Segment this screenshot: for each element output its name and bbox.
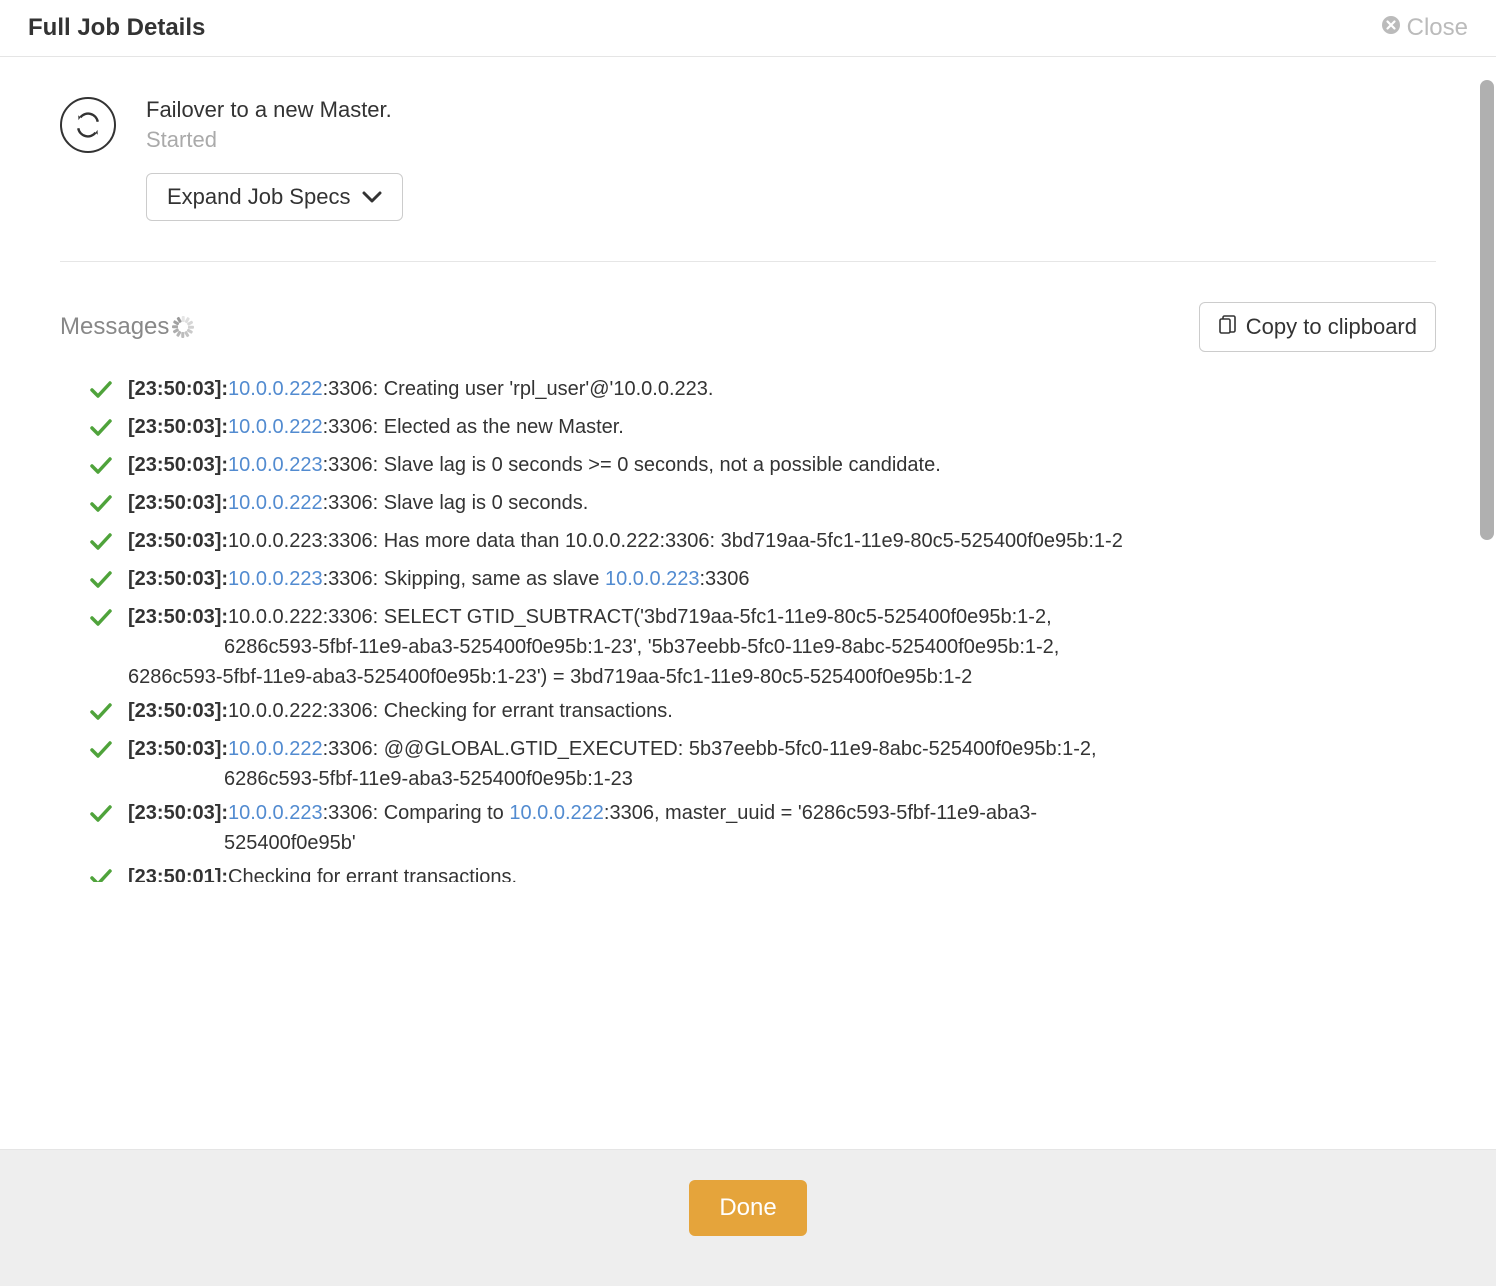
log-ip: 10.0.0.222 xyxy=(228,416,323,438)
close-button[interactable]: Close xyxy=(1381,14,1468,42)
log-ip: 10.0.0.223 xyxy=(228,802,323,824)
modal-header: Full Job Details Close xyxy=(0,0,1496,57)
sync-icon xyxy=(60,97,116,153)
check-icon xyxy=(90,568,112,598)
check-icon xyxy=(90,802,112,832)
check-icon xyxy=(90,866,112,882)
copy-to-clipboard-label: Copy to clipboard xyxy=(1246,314,1417,340)
log-text: [23:50:03]:10.0.0.222:3306: SELECT GTID_… xyxy=(128,602,1436,692)
check-icon xyxy=(90,454,112,484)
log-ip: 10.0.0.223 xyxy=(228,568,323,590)
log-continuation: 6286c593-5fbf-11e9-aba3-525400f0e95b:1-2… xyxy=(128,632,1436,662)
log-text: [23:50:01]:Checking for errant transacti… xyxy=(128,862,1436,882)
log-ip: 10.0.0.222 xyxy=(228,492,323,514)
log-text: [23:50:03]:10.0.0.223:3306: Has more dat… xyxy=(128,526,1436,556)
log-timestamp: [23:50:03]: xyxy=(128,416,228,438)
log-segment: :3306: Slave lag is 0 seconds. xyxy=(323,492,589,514)
log-continuation: 6286c593-5fbf-11e9-aba3-525400f0e95b:1-2… xyxy=(128,662,1436,692)
check-icon xyxy=(90,530,112,560)
job-header: Failover to a new Master. Started Expand… xyxy=(60,97,1436,261)
log-ip: 10.0.0.223 xyxy=(228,454,323,476)
log-segment: 10.0.0.223:3306: Has more data than 10.0… xyxy=(228,530,1123,552)
log-timestamp: [23:50:03]: xyxy=(128,378,228,400)
log-row: [23:50:03]:10.0.0.223:3306: Slave lag is… xyxy=(90,448,1436,486)
log-continuation: 525400f0e95b' xyxy=(128,828,1436,858)
log-text: [23:50:03]:10.0.0.222:3306: Creating use… xyxy=(128,374,1436,404)
job-info: Failover to a new Master. Started Expand… xyxy=(146,97,1436,221)
log-row: [23:50:03]:10.0.0.222:3306: Creating use… xyxy=(90,372,1436,410)
log-segment: :3306: Slave lag is 0 seconds >= 0 secon… xyxy=(323,454,941,476)
log-ip: 10.0.0.222 xyxy=(228,738,323,760)
job-title: Failover to a new Master. xyxy=(146,97,1436,123)
log-ip: 10.0.0.222 xyxy=(509,802,604,824)
log-timestamp: [23:50:03]: xyxy=(128,454,228,476)
check-icon xyxy=(90,606,112,636)
modal-title: Full Job Details xyxy=(28,14,205,42)
log-segment: :3306: Elected as the new Master. xyxy=(323,416,624,438)
log-timestamp: [23:50:03]: xyxy=(128,738,228,760)
log-segment: :3306 xyxy=(700,568,750,590)
log-row: [23:50:03]:10.0.0.222:3306: SELECT GTID_… xyxy=(90,600,1436,694)
log-bottom-fade xyxy=(60,1109,1436,1149)
log-list: [23:50:03]:10.0.0.222:3306: Creating use… xyxy=(60,372,1436,882)
copy-to-clipboard-button[interactable]: Copy to clipboard xyxy=(1199,302,1436,352)
log-segment: :3306: Comparing to xyxy=(323,802,510,824)
log-continuation: 6286c593-5fbf-11e9-aba3-525400f0e95b:1-2… xyxy=(128,764,1436,794)
job-status: Started xyxy=(146,127,1436,153)
log-timestamp: [23:50:03]: xyxy=(128,606,228,628)
log-segment: :3306: Skipping, same as slave xyxy=(323,568,605,590)
log-segment: Checking for errant transactions. xyxy=(228,866,517,882)
loading-spinner-icon xyxy=(173,317,193,337)
messages-bar: Messages Copy to clipboard xyxy=(60,302,1436,352)
modal-footer: Done xyxy=(0,1149,1496,1286)
check-icon xyxy=(90,492,112,522)
log-segment: 10.0.0.222:3306: Checking for errant tra… xyxy=(228,700,673,722)
log-text: [23:50:03]:10.0.0.223:3306: Slave lag is… xyxy=(128,450,1436,480)
check-icon xyxy=(90,378,112,408)
log-timestamp: [23:50:03]: xyxy=(128,700,228,722)
messages-label-wrap: Messages xyxy=(60,313,193,341)
log-row: [23:50:03]:10.0.0.223:3306: Has more dat… xyxy=(90,524,1436,562)
log-timestamp: [23:50:01]: xyxy=(128,866,228,882)
log-row: [23:50:03]:10.0.0.222:3306: Checking for… xyxy=(90,694,1436,732)
log-timestamp: [23:50:03]: xyxy=(128,568,228,590)
close-label: Close xyxy=(1407,14,1468,42)
log-ip: 10.0.0.222 xyxy=(228,378,323,400)
modal-body: Failover to a new Master. Started Expand… xyxy=(0,57,1496,1149)
log-timestamp: [23:50:03]: xyxy=(128,492,228,514)
log-segment: :3306: Creating user 'rpl_user'@'10.0.0.… xyxy=(323,378,714,400)
log-row: [23:50:03]:10.0.0.222:3306: Slave lag is… xyxy=(90,486,1436,524)
check-icon xyxy=(90,738,112,768)
log-text: [23:50:03]:10.0.0.222:3306: Checking for… xyxy=(128,696,1436,726)
log-timestamp: [23:50:03]: xyxy=(128,530,228,552)
messages-label: Messages xyxy=(60,313,169,341)
close-icon xyxy=(1381,14,1401,42)
log-segment: 10.0.0.222:3306: SELECT GTID_SUBTRACT('3… xyxy=(228,606,1052,628)
expand-job-specs-label: Expand Job Specs xyxy=(167,184,350,210)
log-text: [23:50:03]:10.0.0.222:3306: Slave lag is… xyxy=(128,488,1436,518)
log-text: [23:50:03]:10.0.0.222:3306: Elected as t… xyxy=(128,412,1436,442)
log-row: [23:50:01]:Checking for errant transacti… xyxy=(90,860,1436,882)
log-row: [23:50:03]:10.0.0.222:3306: Elected as t… xyxy=(90,410,1436,448)
modal-full-job-details: Full Job Details Close Failover to a new… xyxy=(0,0,1496,1286)
log-row: [23:50:03]:10.0.0.223:3306: Comparing to… xyxy=(90,796,1436,860)
log-segment: :3306: @@GLOBAL.GTID_EXECUTED: 5b37eebb-… xyxy=(323,738,1097,760)
check-icon xyxy=(90,700,112,730)
log-segment: :3306, master_uuid = '6286c593-5fbf-11e9… xyxy=(604,802,1037,824)
log-row: [23:50:03]:10.0.0.222:3306: @@GLOBAL.GTI… xyxy=(90,732,1436,796)
clipboard-icon xyxy=(1218,313,1238,341)
done-button[interactable]: Done xyxy=(689,1180,806,1236)
check-icon xyxy=(90,416,112,446)
expand-job-specs-button[interactable]: Expand Job Specs xyxy=(146,173,403,221)
log-ip: 10.0.0.223 xyxy=(605,568,700,590)
chevron-down-icon xyxy=(362,184,382,210)
log-timestamp: [23:50:03]: xyxy=(128,802,228,824)
log-text: [23:50:03]:10.0.0.223:3306: Skipping, sa… xyxy=(128,564,1436,594)
log-text: [23:50:03]:10.0.0.223:3306: Comparing to… xyxy=(128,798,1436,858)
section-divider xyxy=(60,261,1436,262)
log-row: [23:50:03]:10.0.0.223:3306: Skipping, sa… xyxy=(90,562,1436,600)
log-text: [23:50:03]:10.0.0.222:3306: @@GLOBAL.GTI… xyxy=(128,734,1436,794)
